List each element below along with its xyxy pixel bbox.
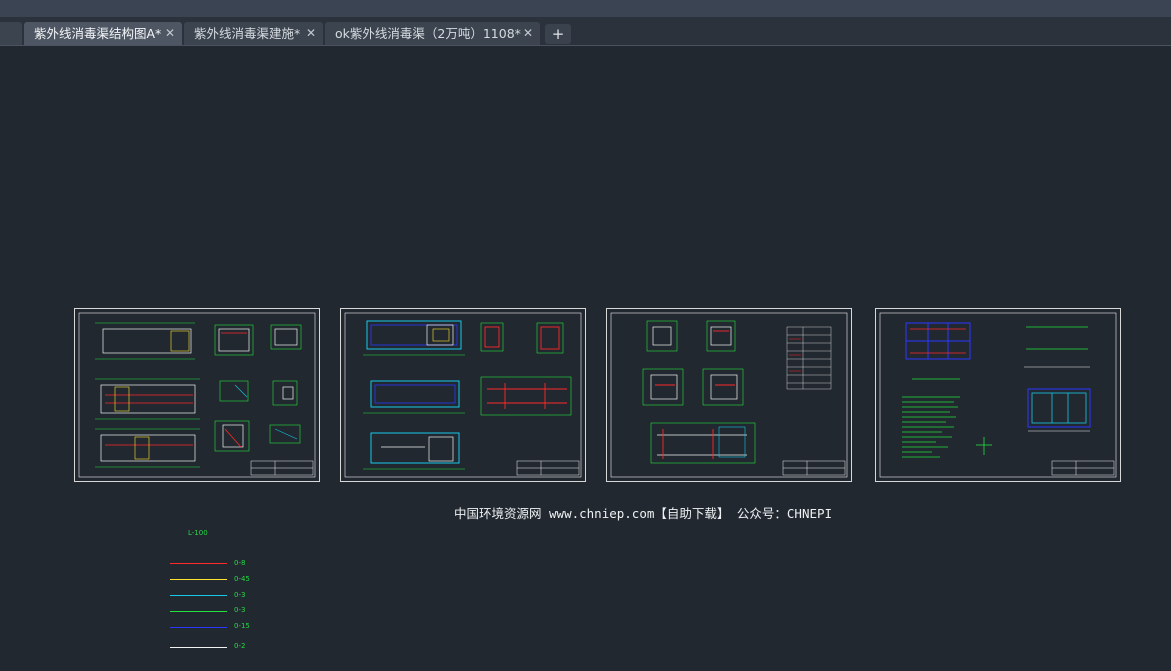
tab-label: ok紫外线消毒渠（2万吨）1108* xyxy=(335,26,521,41)
legend-line-cyan xyxy=(170,595,227,596)
drawing-sheet-2[interactable] xyxy=(340,308,586,482)
legend-line-white xyxy=(170,647,227,648)
legend-label: 0-45 xyxy=(234,575,250,583)
drawing-sheet-1[interactable] xyxy=(74,308,320,482)
tab-overflow-stub[interactable] xyxy=(0,22,22,45)
tab-architectural-drawing[interactable]: 紫外线消毒渠建施* ✕ xyxy=(184,22,323,45)
sheet-2-drawing xyxy=(344,312,582,478)
drawing-sheet-3[interactable] xyxy=(606,308,852,482)
new-tab-button[interactable]: + xyxy=(545,24,571,44)
legend-label: 0-3 xyxy=(234,606,246,614)
legend-label: 0-2 xyxy=(234,642,246,650)
legend-label: 0-15 xyxy=(234,622,250,630)
legend-line-green xyxy=(170,611,227,612)
sheet-3-drawing xyxy=(610,312,848,478)
drawing-sheet-4[interactable] xyxy=(875,308,1121,482)
legend-line-blue xyxy=(170,627,227,628)
sheet-4-drawing xyxy=(879,312,1117,478)
legend-line-yellow xyxy=(170,579,227,580)
tab-label: 紫外线消毒渠结构图A* xyxy=(34,26,162,41)
tab-label: 紫外线消毒渠建施* xyxy=(194,26,301,41)
document-tab-bar: 紫外线消毒渠结构图A* ✕ 紫外线消毒渠建施* ✕ ok紫外线消毒渠（2万吨）1… xyxy=(0,17,1171,46)
legend-title: L-100 xyxy=(188,529,208,537)
legend-label: 0-8 xyxy=(234,559,246,567)
close-icon[interactable]: ✕ xyxy=(523,22,533,45)
tab-structure-drawing-a[interactable]: 紫外线消毒渠结构图A* ✕ xyxy=(24,22,182,45)
close-icon[interactable]: ✕ xyxy=(306,22,316,45)
legend-line-red xyxy=(170,563,227,564)
watermark-text: 中国环境资源网 www.chniep.com【自助下载】 公众号：CHNEPI xyxy=(454,506,833,521)
tab-ok-uv-channel[interactable]: ok紫外线消毒渠（2万吨）1108* ✕ xyxy=(325,22,540,45)
legend-label: 0-3 xyxy=(234,591,246,599)
window-title-bar xyxy=(0,0,1171,17)
sheet-1-drawing xyxy=(78,312,316,478)
close-icon[interactable]: ✕ xyxy=(165,22,175,45)
